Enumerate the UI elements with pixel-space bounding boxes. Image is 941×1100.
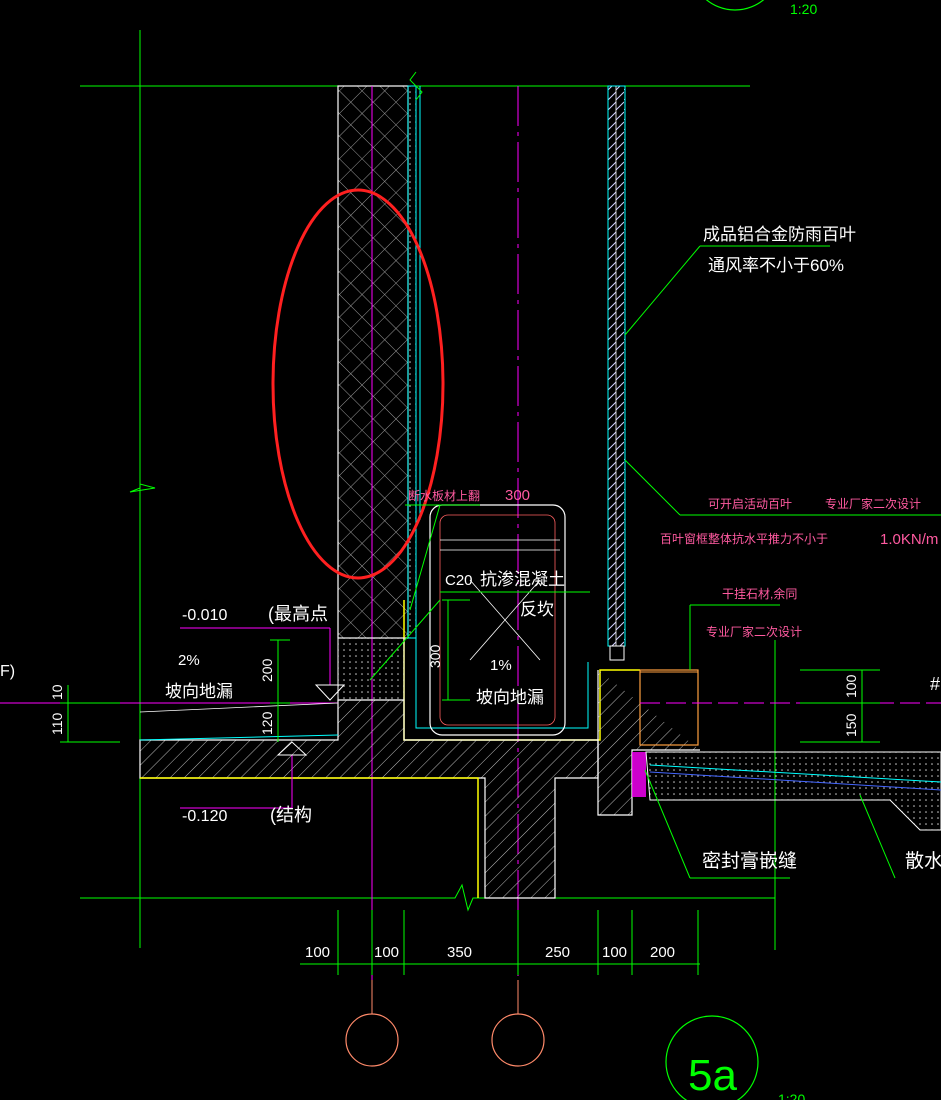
detail-id: 5a	[688, 1051, 737, 1100]
dim-bottom-100b: 100	[374, 944, 399, 961]
openable-label: 可开启活动百叶	[708, 497, 792, 511]
dim-left-110: 110	[49, 712, 65, 735]
left-break-line	[129, 30, 156, 948]
section-detail-drawing: 1:20 成品铝合金防雨百叶 通风率不小于60% 可开启活动百叶 专业厂家二次设…	[0, 0, 941, 1100]
concrete-slab	[139, 699, 599, 899]
left-edge-label: F)	[0, 663, 15, 680]
dim-pit-300: 300	[427, 644, 443, 668]
dim-bottom-100c: 100	[602, 944, 627, 961]
dim-bottom-ticks	[337, 910, 699, 975]
slope-2pct-label: 2%	[178, 652, 200, 669]
wall-base-infill	[337, 637, 405, 701]
floor-slope-line	[139, 734, 339, 741]
concrete-label: 抗渗混凝土	[480, 570, 565, 589]
dim-bottom-200: 200	[650, 944, 675, 961]
louver-label-2: 通风率不小于60%	[708, 256, 844, 275]
dim-right-100: 100	[843, 674, 859, 698]
wind-load-value: 1.0KN/m	[880, 531, 938, 548]
bottom-break-line	[80, 883, 775, 912]
top-scale-label: 1:20	[790, 1, 817, 17]
dim-bottom-100a: 100	[305, 944, 330, 961]
detail-scale: 1:20	[778, 1091, 805, 1100]
leader-openable	[624, 459, 681, 516]
slope-drain-right-label: 坡向地漏	[476, 688, 544, 707]
slope-drain-left-label: 坡向地漏	[165, 682, 233, 701]
c20-label: C20	[445, 572, 473, 589]
elev-top-note: (最高点	[268, 604, 328, 624]
louver-sill-block	[609, 645, 625, 661]
louver-label-1: 成品铝合金防雨百叶	[703, 225, 856, 244]
apron	[645, 751, 941, 831]
grid-bubble-right	[491, 1013, 545, 1067]
floor-finish-line	[139, 702, 339, 713]
dim-right-150: 150	[843, 713, 859, 737]
slab-waterproof-line	[140, 777, 479, 898]
dim-mid-120: 120	[259, 711, 275, 735]
wall-membrane	[407, 85, 417, 639]
stone-label: 干挂石材,余同	[722, 586, 797, 601]
elev-top-label: -0.010	[182, 607, 227, 624]
louver-frame	[607, 85, 626, 647]
cad-drawing-canvas: 1:20 成品铝合金防雨百叶 通风率不小于60% 可开启活动百叶 专业厂家二次设…	[0, 0, 941, 1100]
wind-load-label: 百叶窗框整体抗水平推力不小于	[660, 531, 828, 546]
dim-bottom-250: 250	[545, 944, 570, 961]
grid-bubble-left	[345, 1013, 399, 1067]
sealant-strip	[632, 752, 646, 797]
vendor-design-2-label: 专业厂家二次设计	[706, 624, 802, 639]
elev-bottom-label: -0.120	[182, 808, 227, 825]
dim-300-top: 300	[505, 487, 530, 504]
right-edge-label: #	[930, 674, 940, 694]
upturn-label: 反坎	[520, 600, 554, 619]
sealant-label: 密封膏嵌缝	[702, 849, 797, 872]
membrane-upturn-label: 断水板材上翻	[408, 488, 480, 503]
leader-louver	[624, 245, 701, 336]
dim-mid-200: 200	[259, 658, 275, 682]
dim-left-10: 10	[49, 684, 65, 700]
dim-bottom-350: 350	[447, 944, 472, 961]
elev-bottom-note: (结构	[270, 805, 312, 825]
slope-1pct-label: 1%	[490, 657, 512, 674]
leader-apron	[859, 794, 896, 879]
top-detail-circle	[705, 0, 765, 11]
apron-label: 散水	[905, 850, 941, 872]
vendor-design-label: 专业厂家二次设计	[825, 496, 921, 511]
